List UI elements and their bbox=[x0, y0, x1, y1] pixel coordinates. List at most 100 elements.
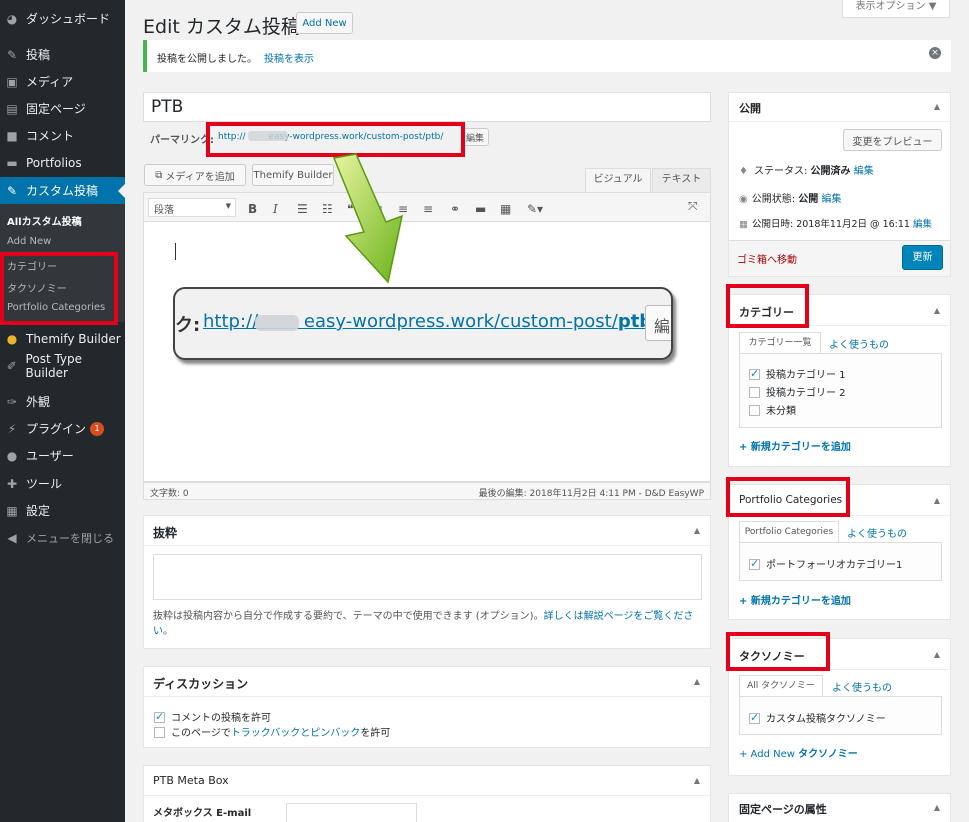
permalink-label: パーマリンク: bbox=[150, 135, 214, 146]
user-icon: ● bbox=[6, 448, 18, 463]
menu-collapse[interactable]: ◀ メニューを閉じる bbox=[0, 524, 125, 551]
tab-popular-categories[interactable]: よく使うもの bbox=[829, 336, 889, 351]
category-option[interactable]: 投稿カテゴリー 1 bbox=[749, 366, 846, 381]
collapse-triangle-icon[interactable]: ▲ bbox=[934, 102, 940, 111]
divider bbox=[729, 121, 950, 122]
menu-post-type-builder[interactable]: ✐ Post Type Builder bbox=[0, 352, 125, 380]
highlight-box-categories bbox=[726, 284, 809, 328]
italic-icon[interactable]: I bbox=[273, 202, 278, 216]
collapse-triangle-icon[interactable]: ▲ bbox=[694, 526, 700, 535]
tab-popular-portfolio[interactable]: よく使うもの bbox=[847, 525, 907, 540]
category-option[interactable]: 未分類 bbox=[749, 402, 796, 417]
email-field-label: メタボックス E-mail bbox=[153, 808, 252, 819]
bold-icon[interactable]: B bbox=[248, 202, 257, 216]
link-icon[interactable]: ⚭ bbox=[450, 202, 460, 216]
menu-comments[interactable]: ■ コメント bbox=[0, 122, 125, 149]
admin-sidebar: ◕ ダッシュボード ✎ 投稿 ▣ メディア ▤ 固定ページ ■ コメント ▬ Portfol… bbox=[0, 0, 125, 822]
checkbox[interactable] bbox=[154, 727, 165, 738]
portfolio-category-option[interactable]: ポートフォーリオカテゴリー1 bbox=[749, 556, 902, 571]
page-icon: ▤ bbox=[6, 101, 18, 116]
highlight-box-submenu bbox=[0, 252, 118, 325]
page-title: Edit カスタム投稿 bbox=[143, 16, 300, 38]
meta-box-title: PTB Meta Box bbox=[153, 774, 229, 787]
collapse-triangle-icon[interactable]: ▲ bbox=[934, 803, 940, 812]
comment-icon: ■ bbox=[6, 128, 18, 143]
menu-portfolios[interactable]: ▬ Portfolios bbox=[0, 149, 125, 176]
submenu-add-new[interactable]: Add New bbox=[0, 236, 125, 247]
date-edit-link[interactable]: 編集 bbox=[913, 219, 932, 230]
collapse-triangle-icon[interactable]: ▲ bbox=[934, 496, 940, 505]
tab-all-taxonomy[interactable]: All タクソノミー bbox=[739, 675, 823, 696]
menu-users[interactable]: ● ユーザー bbox=[0, 442, 125, 469]
excerpt-textarea[interactable] bbox=[153, 554, 702, 600]
menu-settings[interactable]: ▦ 設定 bbox=[0, 497, 125, 524]
add-taxonomy-link[interactable]: + Add New タクソノミー bbox=[739, 745, 858, 760]
add-media-button[interactable]: ⧉ メディアを追加 bbox=[144, 164, 246, 186]
tab-popular-taxonomy[interactable]: よく使うもの bbox=[832, 679, 892, 694]
add-category-link[interactable]: + 新規カテゴリーを追加 bbox=[739, 438, 851, 453]
collapse-triangle-icon[interactable]: ▲ bbox=[934, 306, 940, 315]
highlight-box-portfolio bbox=[726, 477, 850, 517]
excerpt-description: 抜粋は投稿内容から自分で作成する要約で、テーマの中で使用できます (オプション)… bbox=[153, 611, 694, 637]
more-tag-icon[interactable]: ▬ bbox=[475, 202, 486, 216]
settings-icon: ▦ bbox=[6, 503, 18, 518]
format-select[interactable]: 段落 ▼ bbox=[148, 198, 236, 217]
tab-visual[interactable]: ビジュアル bbox=[585, 168, 651, 192]
menu-posts[interactable]: ✎ 投稿 bbox=[0, 41, 125, 68]
menu-themify[interactable]: ● Themify Builder bbox=[0, 325, 125, 352]
permalink-edit-button[interactable]: 編集 bbox=[461, 128, 489, 146]
category-checkbox[interactable] bbox=[749, 387, 760, 398]
collapse-triangle-icon[interactable]: ▲ bbox=[694, 677, 700, 686]
dismiss-icon[interactable]: × bbox=[929, 47, 941, 59]
menu-dashboard[interactable]: ◕ ダッシュボード bbox=[0, 5, 125, 32]
builder-icon[interactable]: ✎▾ bbox=[527, 202, 543, 216]
excerpt-title: 抜粋 bbox=[153, 526, 178, 540]
category-option[interactable]: 投稿カテゴリー 2 bbox=[749, 384, 846, 399]
view-post-link[interactable]: 投稿を表示 bbox=[264, 50, 314, 65]
add-new-button[interactable]: Add New bbox=[296, 12, 353, 34]
status-edit-link[interactable]: 編集 bbox=[854, 166, 874, 177]
word-count: 文字数: 0 bbox=[150, 489, 189, 499]
email-field[interactable] bbox=[286, 803, 417, 822]
allow-pings-option[interactable]: このページでトラックバックとピンバックを許可 bbox=[154, 724, 390, 739]
fullscreen-icon[interactable]: ⤧ bbox=[688, 199, 698, 214]
menu-plugins[interactable]: ⚡ プラグイン 1 bbox=[0, 415, 125, 442]
menu-custom-post[interactable]: ✎ カスタム投稿 bbox=[0, 177, 125, 204]
eye-icon: ◉ bbox=[739, 194, 748, 205]
allow-comments-option[interactable]: コメントの投稿を許可 bbox=[154, 709, 271, 724]
menu-media[interactable]: ▣ メディア bbox=[0, 68, 125, 95]
category-checkbox[interactable] bbox=[749, 367, 760, 380]
folder-icon: ▬ bbox=[6, 155, 18, 170]
screen-options-button[interactable]: 表示オプション ▼ bbox=[842, 0, 950, 18]
themify-builder-button[interactable]: Themify Builder bbox=[252, 164, 334, 186]
tab-all-portfolio-categories[interactable]: Portfolio Categories bbox=[739, 521, 839, 542]
zoom-edit-button: 編 bbox=[645, 305, 671, 341]
checkbox-checked[interactable] bbox=[749, 711, 760, 724]
tab-all-categories[interactable]: カテゴリー一覧 bbox=[739, 332, 821, 353]
chevron-down-icon: ▼ bbox=[225, 202, 231, 210]
post-title-input[interactable]: PTB bbox=[143, 92, 711, 122]
menu-tools[interactable]: ✚ ツール bbox=[0, 470, 125, 497]
add-portfolio-category-link[interactable]: + 新規カテゴリーを追加 bbox=[739, 592, 851, 607]
checkbox-checked[interactable] bbox=[154, 710, 165, 723]
divider bbox=[144, 795, 710, 796]
edit-icon: ✐ bbox=[6, 358, 17, 373]
update-button[interactable]: 更新 bbox=[902, 245, 943, 270]
category-checkbox[interactable] bbox=[749, 405, 760, 416]
checkbox-checked[interactable] bbox=[749, 557, 760, 570]
bullet-list-icon[interactable]: ☰ bbox=[297, 202, 308, 216]
status-row: ♦ ステータス: 公開済み 編集 bbox=[739, 166, 874, 177]
visibility-edit-link[interactable]: 編集 bbox=[821, 194, 841, 205]
preview-button[interactable]: 変更をプレビュー bbox=[843, 129, 942, 151]
trash-link[interactable]: ゴミ箱へ移動 bbox=[737, 251, 797, 266]
toolbar-toggle-icon[interactable]: ▦ bbox=[500, 202, 511, 216]
menu-pages[interactable]: ▤ 固定ページ bbox=[0, 95, 125, 122]
taxonomy-option[interactable]: カスタム投稿タクソノミー bbox=[749, 710, 886, 725]
menu-appearance[interactable]: ✑ 外観 bbox=[0, 388, 125, 415]
submenu-all[interactable]: Allカスタム投稿 bbox=[0, 213, 125, 228]
zoom-prefix: ク: bbox=[175, 315, 201, 336]
collapse-triangle-icon[interactable]: ▲ bbox=[934, 650, 940, 659]
collapse-triangle-icon[interactable]: ▲ bbox=[694, 776, 700, 785]
pings-link[interactable]: トラックバックとピンバック bbox=[231, 728, 361, 739]
tab-text[interactable]: テキスト bbox=[652, 168, 711, 192]
